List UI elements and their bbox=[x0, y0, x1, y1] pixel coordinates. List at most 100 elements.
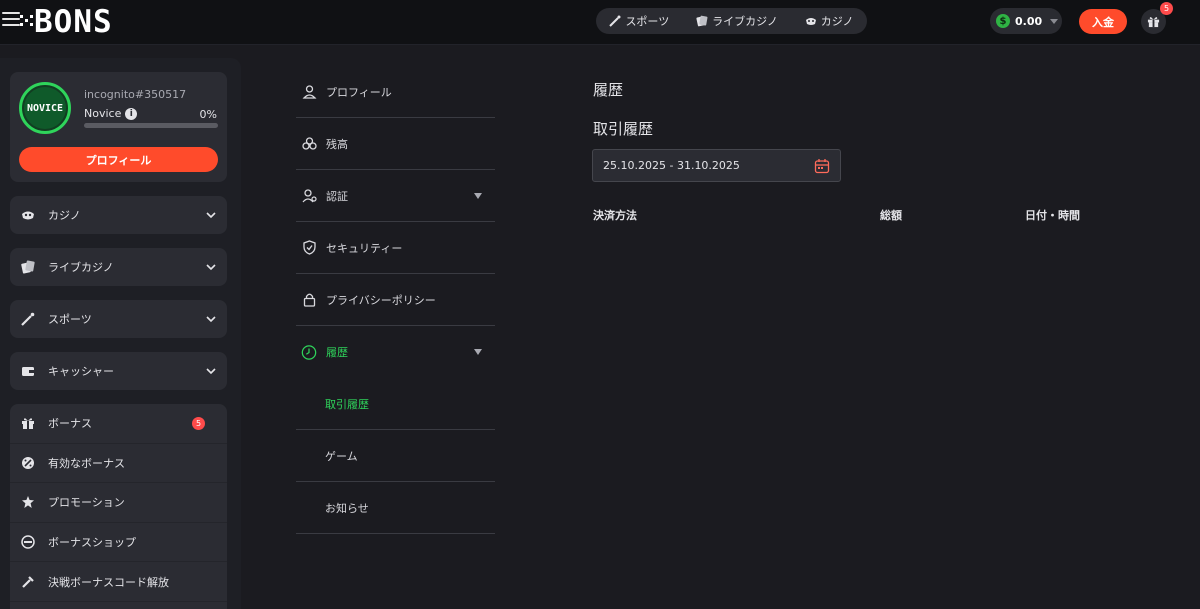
level-percent: 0% bbox=[199, 108, 217, 121]
top-bar: BONS スポーツ ライブカジノ カジノ $ 0.00 入金 5 bbox=[0, 0, 1200, 45]
sports-icon bbox=[609, 15, 621, 27]
username: incognito#350517 bbox=[84, 88, 187, 101]
bonus-count-badge: 5 bbox=[192, 417, 205, 430]
live-casino-icon bbox=[21, 260, 35, 274]
calendar-icon[interactable] bbox=[814, 158, 830, 174]
account-item-transaction-history-label: 取引履歴 bbox=[325, 397, 369, 411]
lock-icon bbox=[303, 293, 315, 307]
logo[interactable]: BONS bbox=[20, 4, 113, 40]
column-header-amount: 総額 bbox=[880, 209, 902, 222]
account-item-balance[interactable]: 残高 bbox=[296, 118, 495, 170]
account-item-verification-label: 認証 bbox=[326, 189, 348, 203]
promotion-icon bbox=[22, 496, 34, 509]
shop-icon bbox=[21, 535, 35, 549]
sidebar-item-active-bonus-label: 有効なボーナス bbox=[48, 456, 125, 470]
logo-dots-icon bbox=[20, 15, 34, 27]
account-item-profile[interactable]: プロフィール bbox=[296, 66, 495, 118]
chevron-down-icon bbox=[206, 212, 216, 219]
casino-icon bbox=[805, 18, 816, 25]
sidebar-item-bonus-shop[interactable]: ボーナスショップ bbox=[10, 523, 227, 563]
sidebar-item-promotion[interactable]: プロモーション bbox=[10, 483, 227, 523]
balance-amount: 0.00 bbox=[1015, 14, 1043, 28]
user-icon bbox=[302, 85, 316, 99]
sidebar-item-cashier-label: キャッシャー bbox=[48, 365, 114, 378]
account-item-notifications[interactable]: お知らせ bbox=[296, 482, 495, 534]
live-casino-icon bbox=[696, 15, 708, 27]
sidebar: NOVICE incognito#350517 Novice i 0% プロフィ… bbox=[0, 58, 241, 609]
date-range-picker[interactable]: 25.10.2025 - 31.10.2025 bbox=[592, 149, 841, 182]
profile-card: NOVICE incognito#350517 Novice i 0% プロフィ… bbox=[10, 72, 227, 182]
sidebar-item-bonus-label: ボーナス bbox=[48, 417, 92, 431]
account-item-verification[interactable]: 認証 bbox=[296, 170, 495, 222]
level-name: Novice bbox=[84, 107, 122, 120]
level-progress-bar bbox=[84, 123, 218, 128]
chevron-down-icon bbox=[206, 316, 216, 323]
account-item-games-label: ゲーム bbox=[325, 449, 358, 463]
history-icon bbox=[301, 344, 317, 360]
code-icon bbox=[22, 575, 34, 588]
sidebar-item-bonus-code-label: 決戦ボーナスコード解放 bbox=[48, 575, 169, 589]
dollar-coin-icon: $ bbox=[996, 14, 1010, 28]
account-menu: プロフィール 残高 認証 セキュリティー プライバシーポリシー 履歴 取引履歴 … bbox=[296, 66, 495, 534]
profile-button[interactable]: プロフィール bbox=[19, 147, 218, 172]
top-nav-live-casino[interactable]: ライブカジノ bbox=[696, 13, 778, 29]
sidebar-item-active-bonus[interactable]: 有効なボーナス bbox=[10, 444, 227, 484]
avatar[interactable]: NOVICE bbox=[19, 82, 71, 134]
account-item-history[interactable]: 履歴 bbox=[296, 326, 495, 378]
sidebar-item-bonus-code[interactable]: 決戦ボーナスコード解放 bbox=[10, 562, 227, 602]
account-item-privacy-policy[interactable]: プライバシーポリシー bbox=[296, 274, 495, 326]
deposit-button[interactable]: 入金 bbox=[1079, 9, 1127, 34]
hamburger-menu-icon[interactable] bbox=[2, 12, 20, 28]
shield-icon bbox=[302, 240, 316, 255]
info-icon[interactable]: i bbox=[125, 107, 138, 120]
account-item-games[interactable]: ゲーム bbox=[296, 430, 495, 482]
page-subtitle: 取引履歴 bbox=[593, 120, 654, 138]
top-nav-live-casino-label: ライブカジノ bbox=[712, 15, 778, 28]
page-title: 履歴 bbox=[593, 81, 624, 99]
sidebar-item-casino-label: カジノ bbox=[48, 209, 81, 222]
date-range-value: 25.10.2025 - 31.10.2025 bbox=[603, 159, 740, 172]
top-nav-sports[interactable]: スポーツ bbox=[609, 13, 669, 29]
account-item-profile-label: プロフィール bbox=[326, 85, 392, 99]
sidebar-item-live-casino[interactable]: ライブカジノ bbox=[10, 248, 227, 286]
column-header-datetime: 日付・時間 bbox=[1025, 209, 1080, 222]
caret-down-icon bbox=[1050, 18, 1059, 24]
chevron-down-icon bbox=[206, 264, 216, 271]
sports-icon bbox=[21, 312, 35, 326]
top-nav: スポーツ ライブカジノ カジノ bbox=[596, 8, 867, 34]
gift-count-badge: 5 bbox=[1160, 2, 1173, 15]
account-item-security-label: セキュリティー bbox=[326, 241, 403, 255]
coins-icon bbox=[301, 137, 317, 150]
verification-icon bbox=[302, 189, 317, 203]
triangle-down-icon bbox=[474, 349, 482, 355]
bonus-group: ボーナス 5 有効なボーナス プロモーション ボーナスショップ 決戦ボーナスコー… bbox=[10, 404, 227, 609]
sidebar-item-bonus[interactable]: ボーナス 5 bbox=[10, 404, 227, 444]
sidebar-item-live-casino-label: ライブカジノ bbox=[48, 261, 114, 274]
sidebar-item-bonus-shop-label: ボーナスショップ bbox=[48, 536, 136, 550]
chevron-down-icon bbox=[206, 368, 216, 375]
active-bonus-icon bbox=[22, 456, 34, 469]
account-item-notifications-label: お知らせ bbox=[325, 501, 369, 515]
top-nav-sports-label: スポーツ bbox=[625, 15, 670, 28]
sidebar-item-sports[interactable]: スポーツ bbox=[10, 300, 227, 338]
sidebar-item-promotion-label: プロモーション bbox=[48, 496, 125, 510]
sidebar-item-casino[interactable]: カジノ bbox=[10, 196, 227, 234]
account-item-transaction-history[interactable]: 取引履歴 bbox=[296, 378, 495, 430]
logo-text: BONS bbox=[34, 4, 113, 40]
casino-icon bbox=[22, 211, 34, 220]
account-item-security[interactable]: セキュリティー bbox=[296, 222, 495, 274]
account-item-history-label: 履歴 bbox=[326, 346, 348, 359]
column-header-payment-method: 決済方法 bbox=[593, 209, 637, 222]
balance-dropdown[interactable]: $ 0.00 bbox=[990, 8, 1062, 34]
account-item-privacy-policy-label: プライバシーポリシー bbox=[326, 293, 436, 307]
triangle-down-icon bbox=[474, 193, 482, 199]
gift-icon bbox=[1147, 17, 1160, 28]
top-nav-casino-label: カジノ bbox=[820, 15, 854, 28]
sidebar-item-sports-label: スポーツ bbox=[48, 313, 92, 326]
gift-icon bbox=[22, 418, 34, 430]
top-nav-casino[interactable]: カジノ bbox=[805, 13, 854, 29]
wallet-icon bbox=[22, 367, 34, 376]
sidebar-item-cashier[interactable]: キャッシャー bbox=[10, 352, 227, 390]
account-item-balance-label: 残高 bbox=[326, 137, 348, 151]
level-row: Novice i bbox=[84, 107, 138, 120]
